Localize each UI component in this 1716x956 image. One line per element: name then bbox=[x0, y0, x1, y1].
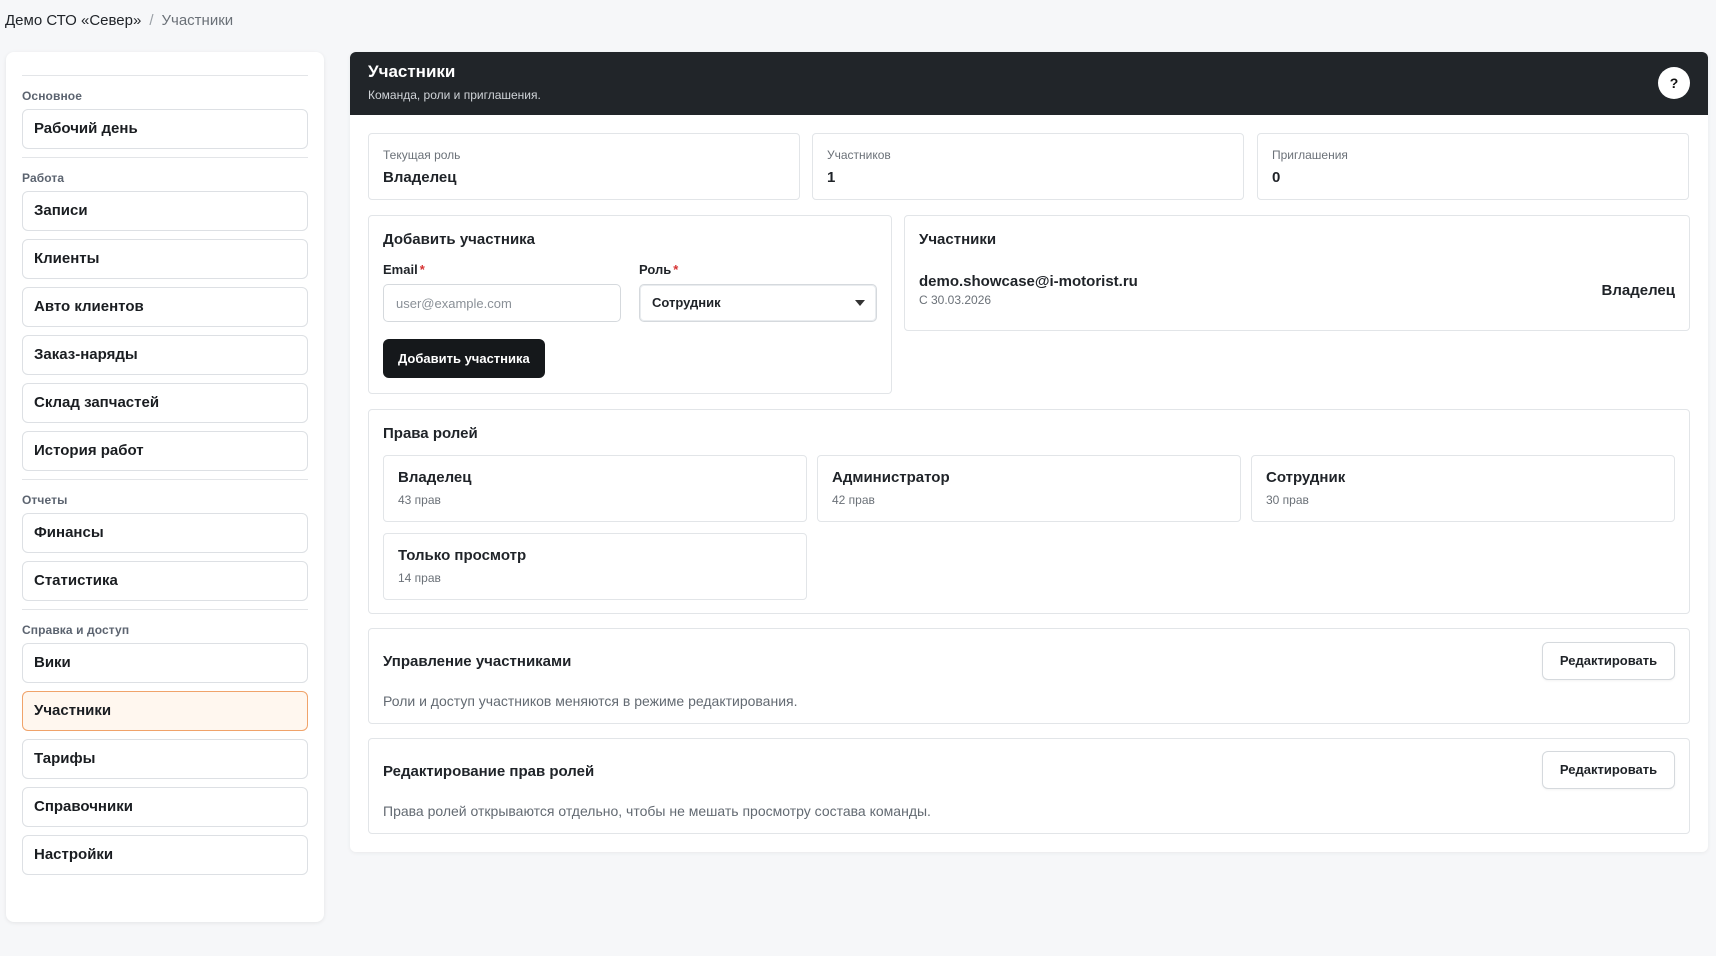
role-rights-count: 14 прав bbox=[398, 571, 441, 585]
sidebar-item-records[interactable]: Записи bbox=[22, 191, 308, 231]
role-rights-count: 42 прав bbox=[832, 493, 875, 507]
member-role: Владелец bbox=[1601, 282, 1675, 299]
page-subtitle: Команда, роли и приглашения. bbox=[368, 88, 541, 102]
sidebar-group-title: Основное bbox=[22, 89, 83, 103]
manage-members-title: Управление участниками bbox=[383, 653, 572, 670]
sidebar: Основное Рабочий день Работа Записи Клие… bbox=[6, 52, 324, 922]
sidebar-divider bbox=[22, 609, 308, 610]
stat-value: Владелец bbox=[383, 169, 457, 186]
role-name: Сотрудник bbox=[1266, 469, 1346, 486]
sidebar-group-title: Работа bbox=[22, 171, 65, 185]
role-select-value: Сотрудник bbox=[652, 295, 721, 310]
chevron-down-icon bbox=[855, 300, 865, 306]
breadcrumb-root[interactable]: Демо СТО «Север» bbox=[5, 12, 141, 29]
add-member-title: Добавить участника bbox=[383, 231, 536, 248]
sidebar-item-tariffs[interactable]: Тарифы bbox=[22, 739, 308, 779]
member-since: С 30.03.2026 bbox=[919, 293, 992, 307]
stat-label: Текущая роль bbox=[383, 148, 461, 162]
sidebar-divider bbox=[22, 157, 308, 158]
role-name: Администратор bbox=[832, 469, 950, 486]
stat-card-invites: Приглашения 0 bbox=[1257, 133, 1689, 200]
edit-members-button[interactable]: Редактировать bbox=[1542, 642, 1675, 680]
role-field-group: Роль * Сотрудник bbox=[639, 262, 877, 322]
role-card-owner: Владелец 43 прав bbox=[383, 455, 807, 522]
page-header: Участники Команда, роли и приглашения. ? bbox=[350, 52, 1708, 115]
sidebar-group-title: Отчеты bbox=[22, 493, 68, 507]
email-field-group: Email * bbox=[383, 262, 621, 322]
breadcrumb: Демо СТО «Север» / Участники bbox=[5, 12, 233, 29]
sidebar-item-parts-stock[interactable]: Склад запчастей bbox=[22, 383, 308, 423]
stat-value: 0 bbox=[1272, 169, 1281, 186]
sidebar-item-workday[interactable]: Рабочий день bbox=[22, 109, 308, 149]
member-email: demo.showcase@i-motorist.ru bbox=[919, 273, 1138, 290]
stat-card-members: Участников 1 bbox=[812, 133, 1244, 200]
main-panel: Участники Команда, роли и приглашения. ?… bbox=[350, 52, 1708, 852]
role-name: Только просмотр bbox=[398, 547, 527, 564]
members-title: Участники bbox=[919, 231, 997, 248]
page-title: Участники bbox=[368, 62, 456, 81]
manage-members-description: Роли и доступ участников меняются в режи… bbox=[383, 693, 798, 709]
role-card-viewer: Только просмотр 14 прав bbox=[383, 533, 807, 600]
sidebar-item-work-history[interactable]: История работ bbox=[22, 431, 308, 471]
role-rights-count: 43 прав bbox=[398, 493, 441, 507]
stat-label: Приглашения bbox=[1272, 148, 1348, 162]
sidebar-item-work-orders[interactable]: Заказ-наряды bbox=[22, 335, 308, 375]
member-row: demo.showcase@i-motorist.ru С 30.03.2026 bbox=[919, 273, 1675, 307]
sidebar-item-client-cars[interactable]: Авто клиентов bbox=[22, 287, 308, 327]
role-card-admin: Администратор 42 прав bbox=[817, 455, 1241, 522]
breadcrumb-current: Участники bbox=[161, 12, 234, 29]
sidebar-item-settings[interactable]: Настройки bbox=[22, 835, 308, 875]
sidebar-item-wiki[interactable]: Вики bbox=[22, 643, 308, 683]
role-select[interactable]: Сотрудник bbox=[639, 284, 877, 322]
stat-card-current-role: Текущая роль Владелец bbox=[368, 133, 800, 200]
add-member-card: Добавить участника Email* Роль* Сотрудни… bbox=[368, 215, 892, 394]
sidebar-divider bbox=[22, 75, 308, 76]
sidebar-divider bbox=[22, 479, 308, 480]
sidebar-item-finance[interactable]: Финансы bbox=[22, 513, 308, 553]
sidebar-item-members[interactable]: Участники bbox=[22, 691, 308, 731]
sidebar-item-directories[interactable]: Справочники bbox=[22, 787, 308, 827]
role-name: Владелец bbox=[398, 469, 472, 486]
members-card: Участники demo.showcase@i-motorist.ru С … bbox=[904, 215, 1690, 331]
sidebar-item-statistics[interactable]: Статистика bbox=[22, 561, 308, 601]
role-card-employee: Сотрудник 30 прав bbox=[1251, 455, 1675, 522]
edit-rights-description: Права ролей открываются отдельно, чтобы … bbox=[383, 803, 931, 819]
stat-label: Участников bbox=[827, 148, 891, 162]
edit-rights-button[interactable]: Редактировать bbox=[1542, 751, 1675, 789]
breadcrumb-separator: / bbox=[149, 12, 154, 29]
help-button[interactable]: ? bbox=[1658, 67, 1690, 99]
add-member-button[interactable]: Добавить участника bbox=[383, 339, 545, 378]
manage-members-card: Управление участниками Редактировать Рол… bbox=[368, 628, 1690, 724]
edit-rights-card: Редактирование прав ролей Редактировать … bbox=[368, 738, 1690, 834]
role-rights-count: 30 прав bbox=[1266, 493, 1309, 507]
edit-rights-title: Редактирование прав ролей bbox=[383, 763, 595, 780]
sidebar-item-clients[interactable]: Клиенты bbox=[22, 239, 308, 279]
role-rights-card: Права ролей Владелец 43 прав Администрат… bbox=[368, 409, 1690, 614]
email-label: Email * bbox=[383, 262, 425, 277]
email-input[interactable] bbox=[383, 284, 621, 322]
sidebar-group-title: Справка и доступ bbox=[22, 623, 130, 637]
role-rights-title: Права ролей bbox=[383, 425, 478, 442]
role-label: Роль * bbox=[639, 262, 679, 277]
stat-value: 1 bbox=[827, 169, 836, 186]
